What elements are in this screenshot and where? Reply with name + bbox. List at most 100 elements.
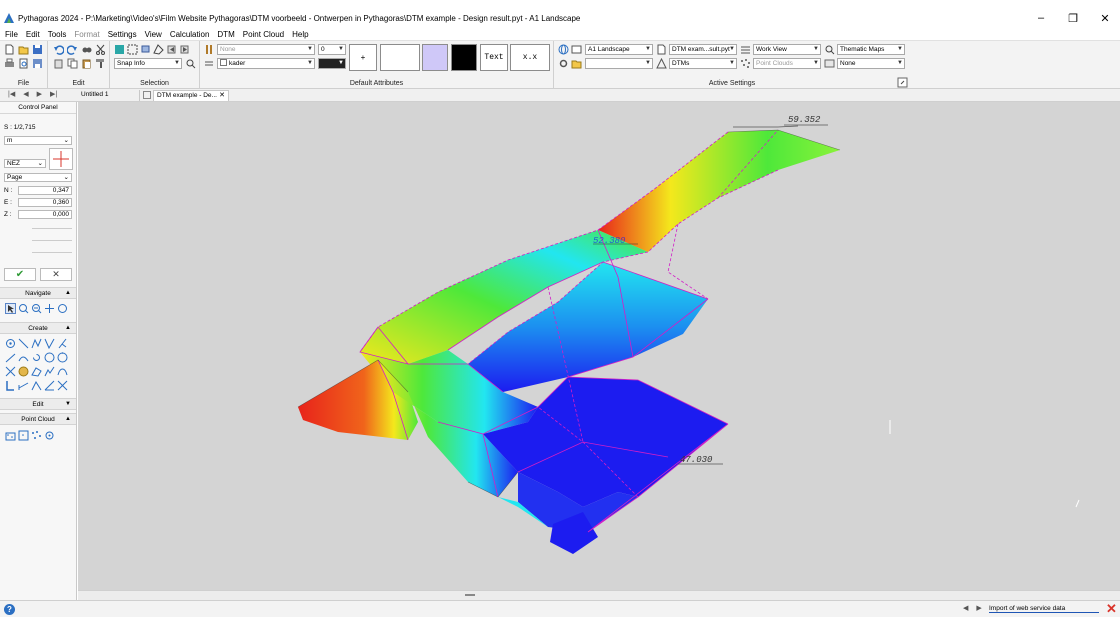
orbit-icon[interactable] [57,303,68,314]
line-tool-icon[interactable] [18,338,29,349]
coord-system-select[interactable]: NEZ ⌄ [4,159,46,168]
point-tool-icon[interactable] [5,338,16,349]
layer-select[interactable]: None ▼ [217,44,315,55]
measure-tool-icon[interactable] [31,380,42,391]
point-cloud-icon[interactable] [740,58,751,69]
spiral-tool-icon[interactable] [31,352,42,363]
folder-icon[interactable] [571,58,582,69]
select-all-icon[interactable] [114,44,125,55]
dtm-file-select[interactable]: DTM exam...sult.pyt ▼ [669,44,737,55]
none-select[interactable]: None ▼ [837,58,905,69]
save-as-icon[interactable] [32,58,43,69]
menu-help[interactable]: Help [292,30,308,39]
tab-last-button[interactable]: ▶| [50,90,57,98]
dtm-3d-view[interactable]: 59.352 52.380 47.030 [78,102,1120,590]
menu-tools[interactable]: Tools [48,30,67,39]
save-icon[interactable] [32,44,43,55]
status-next-button[interactable]: ▶ [976,604,981,612]
empty-select[interactable]: ▼ [585,58,653,69]
find-icon[interactable] [81,44,92,55]
menu-settings[interactable]: Settings [108,30,137,39]
dimension-tool-icon[interactable] [18,380,29,391]
select-next-icon[interactable] [179,44,190,55]
filter-icon[interactable] [824,58,835,69]
menu-view[interactable]: View [145,30,162,39]
circle-3pt-tool-icon[interactable] [57,352,68,363]
point-clouds-select[interactable]: Point Clouds ▼ [753,58,821,69]
polyline-tool-icon[interactable] [31,338,42,349]
pc-extract-icon[interactable] [44,430,55,441]
undo-icon[interactable] [53,44,64,55]
menu-edit[interactable]: Edit [26,30,40,39]
new-file-icon[interactable] [4,44,15,55]
menu-dtm[interactable]: DTM [217,30,234,39]
point-symbol-button[interactable]: + [349,44,377,71]
minimize-button[interactable]: – [1034,12,1048,24]
cross-tool-icon[interactable] [5,366,16,377]
import-web-service-link[interactable]: Import of web service data [989,605,1099,613]
print-icon[interactable] [4,58,15,69]
zoom-out-icon[interactable] [31,303,42,314]
restore-button[interactable]: ❐ [1066,12,1080,25]
line-style-button[interactable] [380,44,420,71]
layer2-select[interactable]: kader ▼ [217,58,315,69]
dialog-launcher-icon[interactable] [897,77,908,88]
print-preview-icon[interactable] [18,58,29,69]
thematic-maps-select[interactable]: Thematic Maps ▼ [837,44,905,55]
line-width-select[interactable]: 0 ▼ [318,44,346,55]
tab-first-button[interactable]: |◀ [8,90,15,98]
angle-tool-icon[interactable] [44,338,55,349]
globe-icon[interactable] [558,44,569,55]
menu-format[interactable]: Format [74,30,99,39]
document-icon[interactable] [656,44,667,55]
select-window-icon[interactable] [127,44,138,55]
view-select[interactable]: Work View ▼ [753,44,821,55]
hatch-tool-icon[interactable] [57,380,68,391]
tab-untitled-1[interactable]: Untitled 1 [78,90,140,101]
drawing-viewport[interactable]: 59.352 52.380 47.030 [78,102,1120,590]
select-polygon-icon[interactable] [153,44,164,55]
pointer-icon[interactable] [5,303,16,314]
paste-icon[interactable] [81,58,92,69]
menu-file[interactable]: File [5,30,18,39]
layout-icon[interactable] [571,44,582,55]
perpendicular-tool-icon[interactable] [57,338,68,349]
thematic-search-icon[interactable] [824,44,835,55]
layer-switch-icon[interactable] [204,58,215,69]
horizontal-splitter[interactable] [78,590,1120,600]
pc-classify-icon[interactable] [31,430,42,441]
work-view-icon[interactable] [740,44,751,55]
cut-icon[interactable] [95,44,106,55]
symbol-tool-icon[interactable] [18,366,29,377]
tab-next-button[interactable]: ▶ [37,90,42,98]
select-previous-icon[interactable] [166,44,177,55]
settings-gear-icon[interactable] [558,58,569,69]
tab-close-icon[interactable]: ✕ [219,91,225,101]
pc-filter-icon[interactable] [18,430,29,441]
freehand-tool-icon[interactable] [44,366,55,377]
snap-mode-select[interactable]: Snap Info ▼ [114,58,182,69]
pan-icon[interactable] [44,303,55,314]
fill-color-button[interactable] [422,44,448,71]
zoom-selection-icon[interactable] [185,58,196,69]
polygon-tool-icon[interactable] [31,366,42,377]
text-color-button[interactable] [451,44,477,71]
close-button[interactable]: ✕ [1098,12,1112,25]
status-prev-button[interactable]: ◀ [963,604,968,612]
help-icon[interactable]: ? [4,604,15,615]
dtm-triangle-icon[interactable] [656,58,667,69]
redo-icon[interactable] [67,44,78,55]
tab-dtm-example[interactable]: DTM example - De... ✕ [153,90,229,101]
z-coordinate-field[interactable]: 0,000 [18,210,72,219]
dtms-select[interactable]: DTMs ▼ [669,58,737,69]
page-select[interactable]: Page ⌄ [4,173,72,182]
delete-icon[interactable] [53,58,64,69]
zoom-in-icon[interactable] [18,303,29,314]
dimension-style-button[interactable]: x.x [510,44,550,71]
cancel-x-icon[interactable]: ✕ [40,268,72,281]
edit-section-header[interactable]: Edit ▼ [0,398,76,410]
close-x-icon[interactable]: ✕ [1106,601,1117,617]
tab-list-icon[interactable] [143,91,151,99]
text-tool-icon[interactable] [5,380,16,391]
point-cloud-section-header[interactable]: Point Cloud ▲ [0,413,76,425]
